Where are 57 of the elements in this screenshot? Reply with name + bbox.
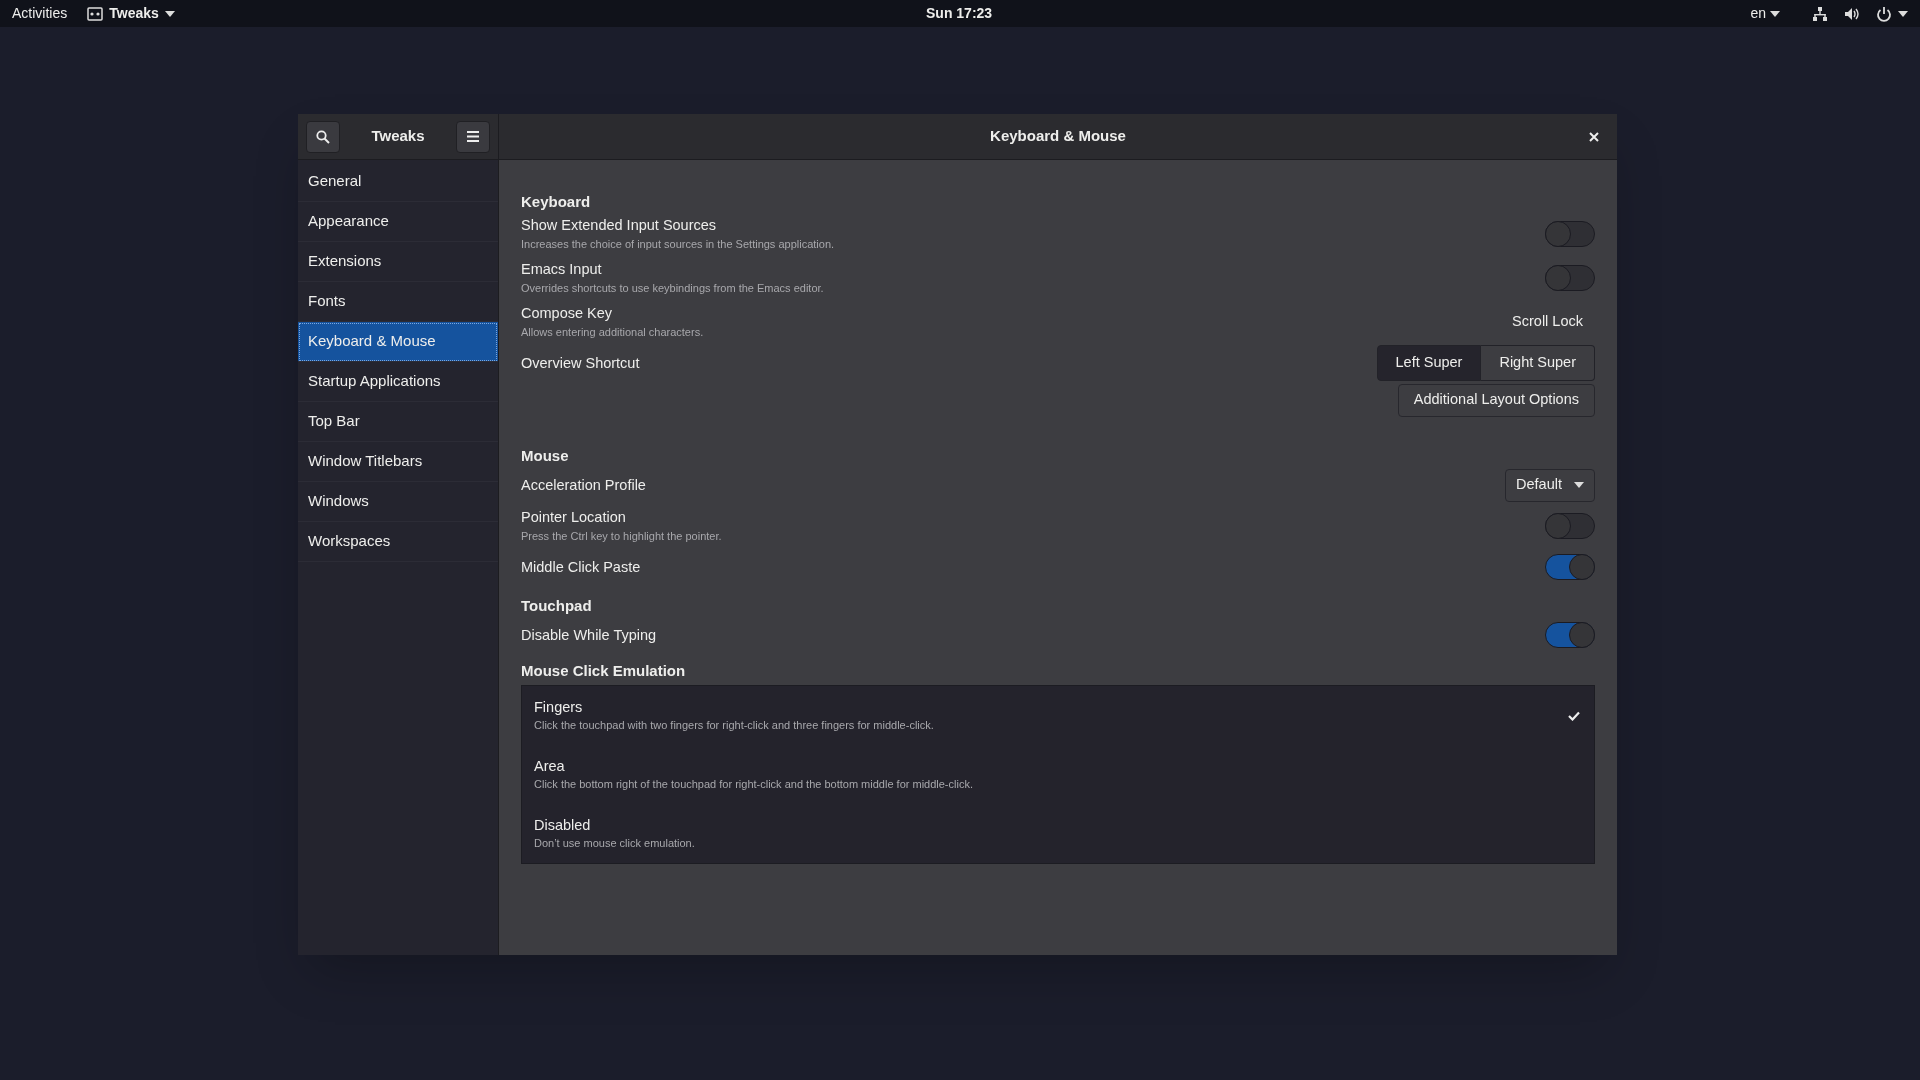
setting-label: Disable While Typing	[521, 625, 657, 645]
sidebar-item[interactable]: Workspaces	[298, 522, 498, 562]
setting-description: Press the Ctrl key to highlight the pointer.	[521, 528, 722, 544]
sidebar-item[interactable]: Top Bar	[298, 402, 498, 442]
toggle-switch[interactable]	[1545, 554, 1595, 580]
setting-label: Pointer Location	[521, 507, 627, 527]
sidebar-item[interactable]: Window Titlebars	[298, 442, 498, 482]
list-row[interactable]: Fingers Click the touchpad with two fingers for right-click and three fingers for middle-click.	[522, 686, 1594, 745]
sidebar-item[interactable]: Windows	[298, 482, 498, 522]
segment-button[interactable]: Right Super	[1481, 345, 1595, 381]
caret-icon	[1770, 10, 1780, 17]
system-menu[interactable]	[1876, 5, 1908, 22]
value-label[interactable]: Scroll Lock	[1512, 311, 1583, 333]
setting-label: Compose Key	[521, 303, 614, 323]
dropdown[interactable]: Default	[1505, 468, 1595, 502]
setting-label: Emacs Input	[521, 259, 603, 279]
section-heading: Mouse Click Emulation	[521, 661, 687, 681]
setting-description: Increases the choice of input sources in the Settings application.	[521, 236, 835, 252]
setting-label: Middle Click Paste	[521, 557, 641, 577]
setting-description: Allows entering additional characters.	[521, 324, 704, 340]
sidebar-title: Tweaks	[371, 126, 425, 147]
toggle-switch[interactable]	[1545, 221, 1595, 247]
search-button[interactable]	[306, 120, 340, 153]
sidebar-item[interactable]: Extensions	[298, 242, 498, 282]
list-row[interactable]: Area Click the bottom right of the touchpad for right-click and the bottom middle for middle-click.	[522, 745, 1594, 804]
toggle-switch[interactable]	[1545, 622, 1595, 648]
caret-icon	[1574, 482, 1584, 488]
activities-button[interactable]: Activities	[12, 3, 68, 24]
section-heading: Mouse	[521, 446, 570, 466]
close-icon[interactable]	[1589, 131, 1599, 142]
caret-icon	[164, 10, 175, 17]
language-menu[interactable]: en	[1750, 3, 1780, 24]
sidebar-item[interactable]: Appearance	[298, 202, 498, 242]
sidebar-item[interactable]: General	[298, 162, 498, 202]
network-icon[interactable]	[1812, 5, 1828, 22]
power-icon	[1876, 5, 1892, 22]
setting-label: Overview Shortcut	[521, 353, 640, 373]
setting-label: Acceleration Profile	[521, 475, 646, 495]
app-menu[interactable]: Tweaks	[87, 3, 175, 24]
setting-label: Show Extended Input Sources	[521, 215, 718, 235]
section-heading: Touchpad	[521, 596, 593, 616]
sidebar-item[interactable]: Keyboard & Mouse	[298, 322, 498, 362]
clock[interactable]: Sun 17:23	[926, 3, 993, 24]
sidebar-item[interactable]: Startup Applications	[298, 362, 498, 402]
app-icon	[87, 6, 104, 21]
caret-icon	[1898, 10, 1908, 17]
segment-button[interactable]: Left Super	[1376, 345, 1482, 381]
toggle-switch[interactable]	[1545, 513, 1595, 539]
window-title: Keyboard & Mouse	[990, 126, 1126, 147]
setting-description: Overrides shortcuts to use keybindings from the Emacs editor.	[521, 280, 824, 296]
section-heading: Keyboard	[521, 192, 592, 212]
menu-button[interactable]	[456, 120, 490, 153]
search-icon	[316, 129, 330, 144]
layout-options-button[interactable]: Additional Layout Options	[1397, 383, 1595, 417]
menu-icon	[467, 131, 479, 142]
list-row[interactable]: Disabled Don’t use mouse click emulation.	[522, 804, 1594, 863]
toggle-switch[interactable]	[1545, 265, 1595, 291]
